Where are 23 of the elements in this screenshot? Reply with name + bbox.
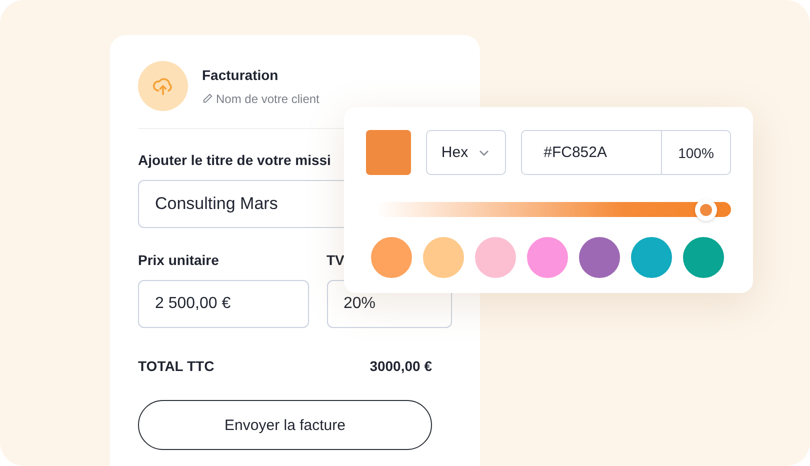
send-invoice-button[interactable]: Envoyer la facture bbox=[138, 400, 432, 450]
vat-label: TV bbox=[326, 252, 346, 268]
opacity-value: 100% bbox=[661, 131, 730, 174]
color-swatch[interactable] bbox=[631, 237, 672, 278]
color-swatch[interactable] bbox=[475, 237, 516, 278]
color-swatch[interactable] bbox=[527, 237, 568, 278]
color-swatch[interactable] bbox=[371, 237, 412, 278]
color-swatch[interactable] bbox=[423, 237, 464, 278]
color-swatch[interactable] bbox=[579, 237, 620, 278]
total-label: TOTAL TTC bbox=[138, 358, 214, 374]
pencil-icon bbox=[202, 93, 213, 104]
color-swatch[interactable] bbox=[683, 237, 724, 278]
invoice-title: Facturation bbox=[202, 66, 280, 82]
client-name-link[interactable]: Nom de votre client bbox=[216, 92, 320, 106]
chevron-down-icon bbox=[478, 148, 490, 156]
format-select[interactable]: Hex bbox=[426, 130, 506, 175]
cloud-upload-icon bbox=[152, 75, 174, 97]
color-preview bbox=[366, 130, 411, 175]
total-value: 3000,00 € bbox=[370, 358, 432, 374]
color-value-field[interactable]: #FC852A 100% bbox=[520, 130, 731, 175]
price-field[interactable]: 2 500,00 € bbox=[138, 280, 308, 328]
hex-value: #FC852A bbox=[542, 143, 608, 163]
price-label: Prix unitaire bbox=[138, 252, 220, 268]
